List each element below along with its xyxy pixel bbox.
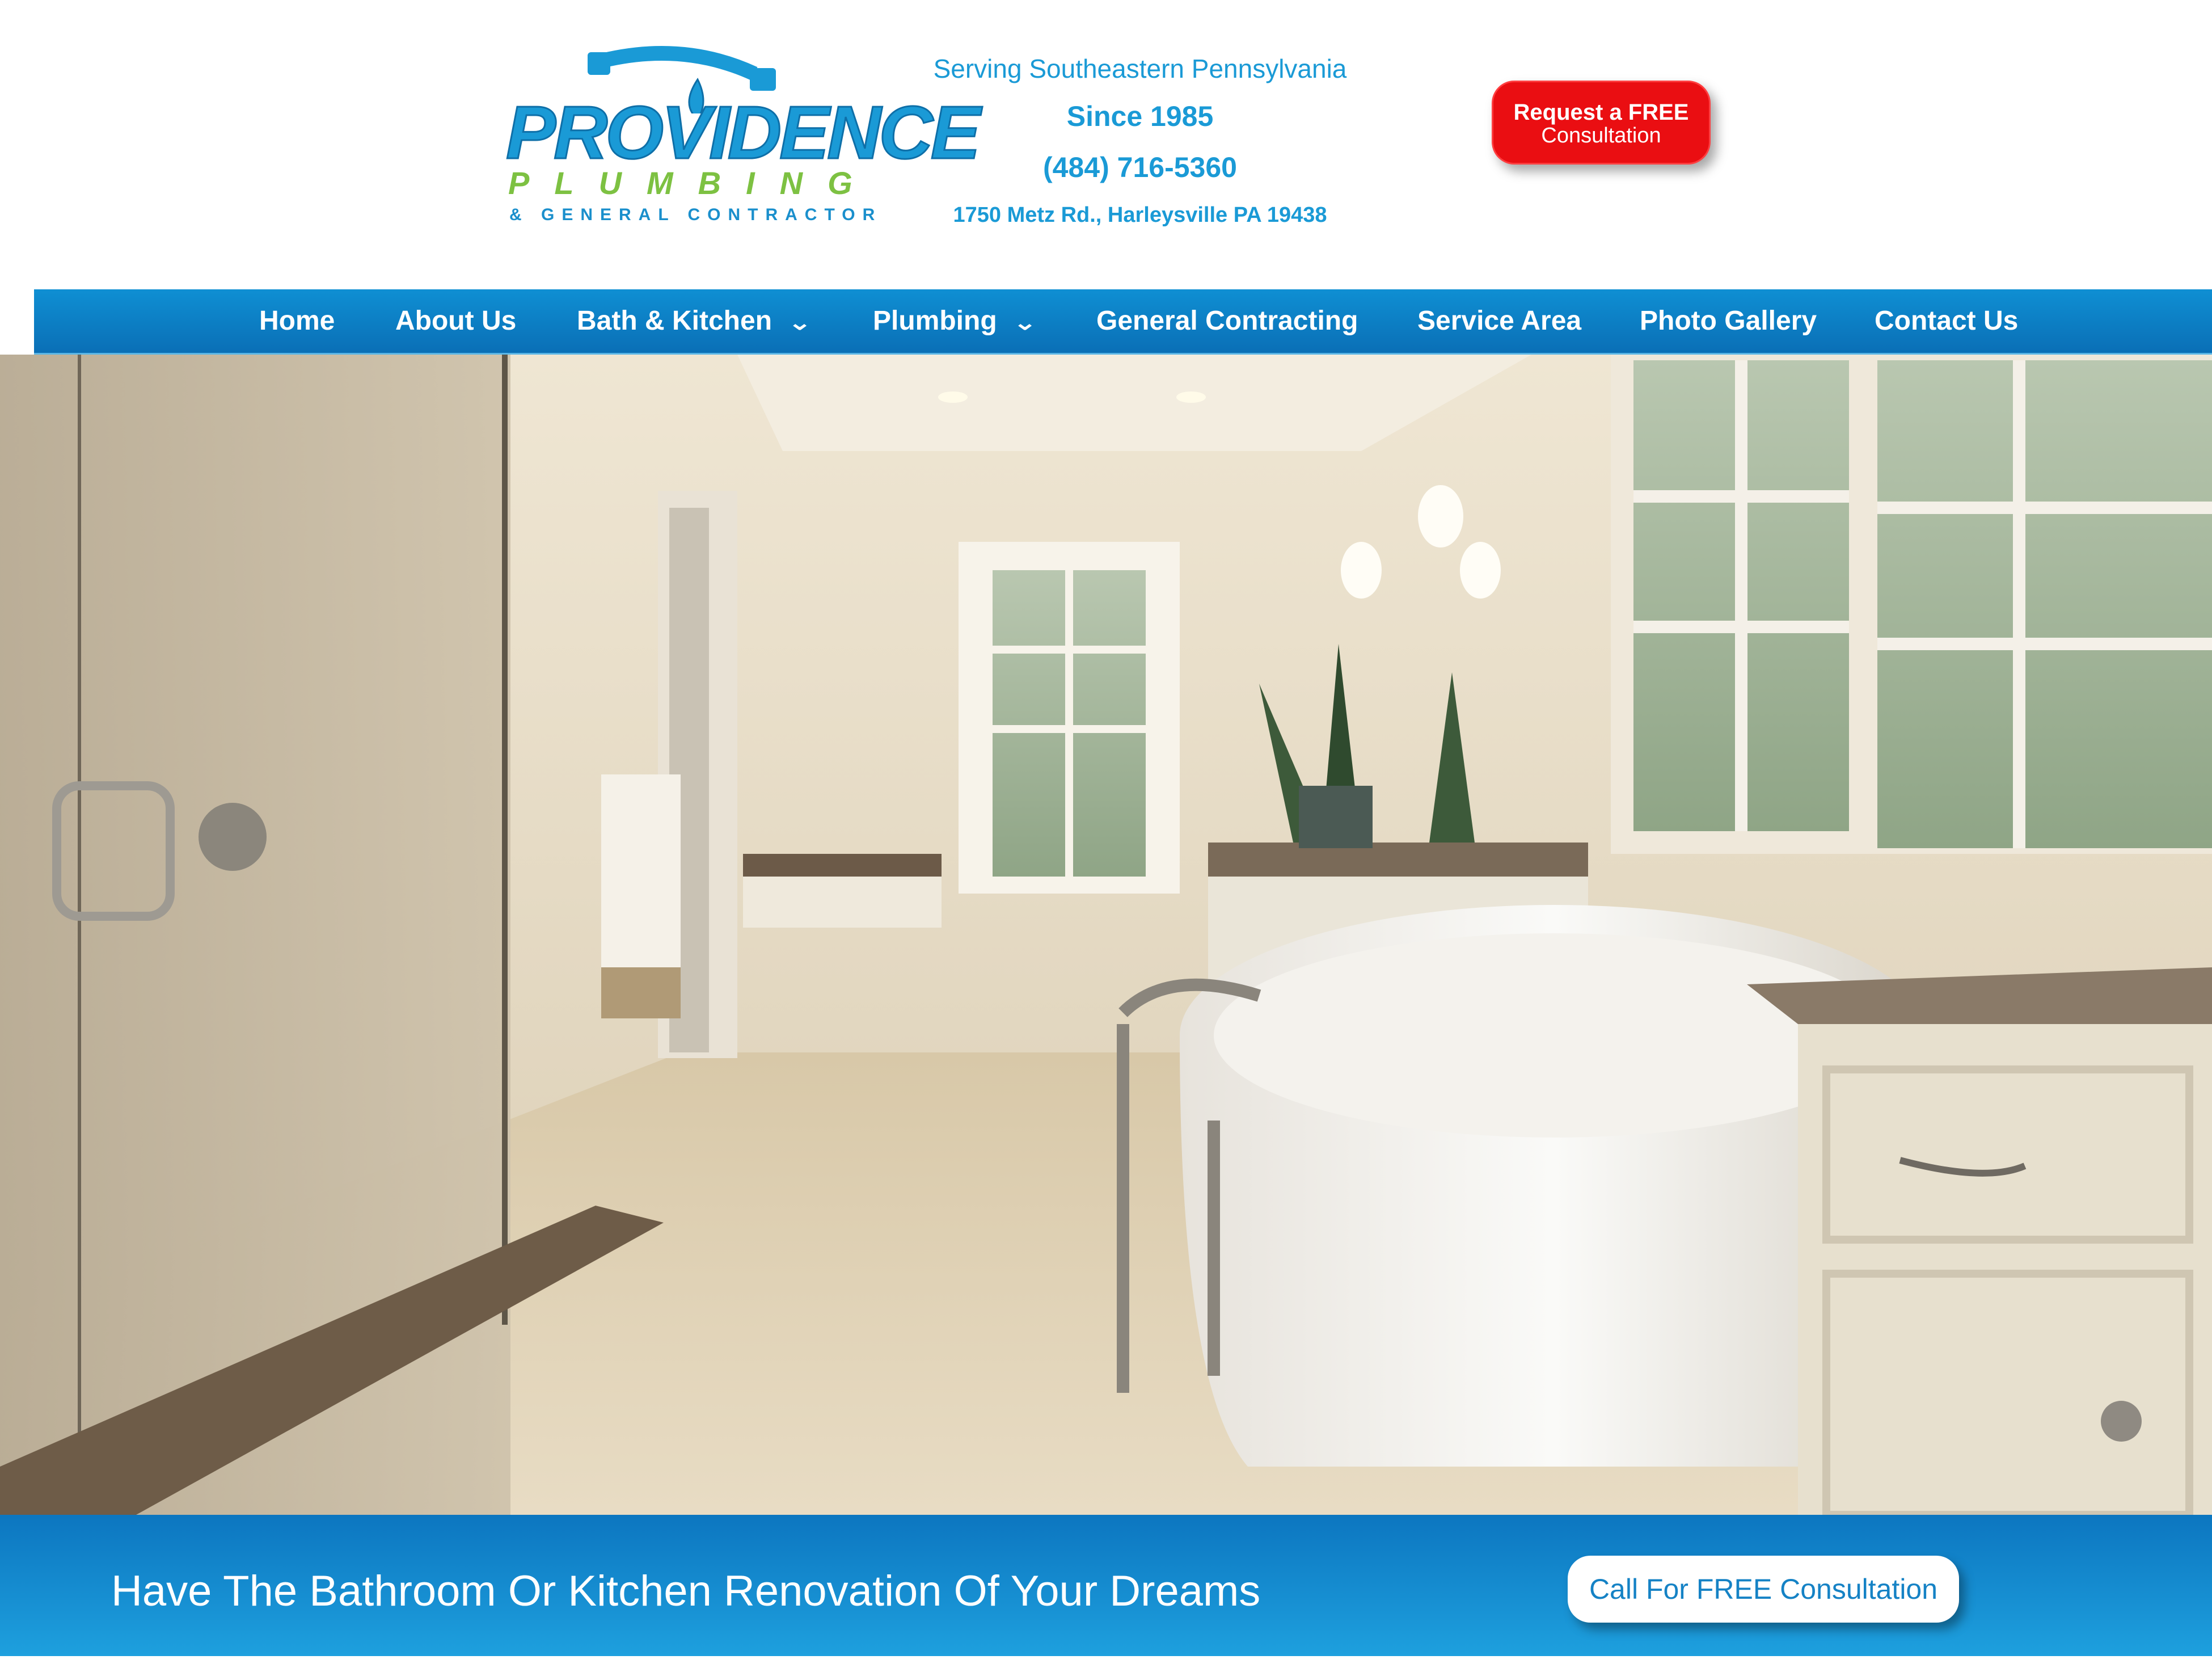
chevron-down-icon: ⌄ [1012, 311, 1037, 334]
chevron-down-icon: ⌄ [787, 311, 812, 334]
request-button-line1: Request a FREE [1513, 100, 1689, 125]
nav-item-service-area[interactable]: Service Area [1417, 289, 1581, 353]
nav-item-label: Bath & Kitchen [577, 306, 772, 336]
nav-item-label: Plumbing [873, 306, 997, 336]
nav-item-about-us[interactable]: About Us [395, 289, 516, 353]
main-navigation: Home About Us Bath & Kitchen ⌄ Plumbing ⌄ … [34, 289, 2212, 355]
logo-subtitle: PLUMBING [508, 165, 877, 201]
nav-item-label: Home [259, 306, 335, 336]
nav-item-label: About Us [395, 306, 517, 336]
request-button-line2: Consultation [1541, 124, 1661, 148]
nav-item-label: General Contracting [1096, 306, 1358, 336]
nav-item-label: Contact Us [1875, 306, 2019, 336]
bathroom-photo [0, 355, 2212, 1515]
cta-banner: Have The Bathroom Or Kitchen Renovation … [0, 1515, 2212, 1656]
street-address: 1750 Metz Rd., Harleysville PA 19438 [953, 203, 1327, 227]
nav-item-contact-us[interactable]: Contact Us [1875, 289, 2018, 353]
hero-bathroom-image [0, 355, 2212, 1515]
header-contact-info: Serving Southeastern Pennsylvania Since … [885, 47, 1395, 235]
company-logo[interactable]: PROVIDENCE PLUMBING & GENERAL CONTRACTOR [499, 45, 981, 227]
nav-item-label: Service Area [1417, 306, 1582, 336]
logo-tagline: & GENERAL CONTRACTOR [509, 205, 883, 224]
established-year: Since 1985 [1066, 100, 1214, 132]
site-header: PROVIDENCE PLUMBING & GENERAL CONTRACTOR… [0, 0, 2212, 289]
cta-headline: Have The Bathroom Or Kitchen Renovation … [111, 1567, 1261, 1615]
request-consultation-button[interactable]: Request a FREE Consultation [1492, 81, 1711, 165]
nav-item-bath-kitchen[interactable]: Bath & Kitchen ⌄ [577, 289, 812, 353]
phone-number[interactable]: (484) 716-5360 [885, 145, 1395, 189]
nav-item-general-contracting[interactable]: General Contracting [1096, 289, 1358, 353]
call-free-consultation-button[interactable]: Call For FREE Consultation [1568, 1556, 1959, 1623]
nav-item-label: Photo Gallery [1640, 306, 1817, 336]
nav-item-photo-gallery[interactable]: Photo Gallery [1640, 289, 1817, 353]
nav-item-home[interactable]: Home [259, 289, 335, 353]
service-region: Serving Southeastern Pennsylvania [933, 54, 1347, 83]
nav-item-plumbing[interactable]: Plumbing ⌄ [873, 289, 1037, 353]
